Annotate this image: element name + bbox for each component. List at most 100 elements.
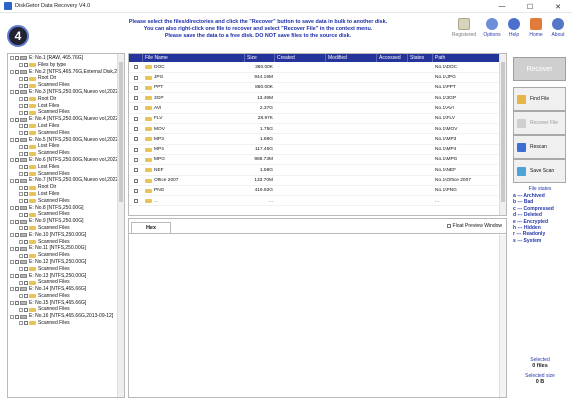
tree-disk-node[interactable]: E: No.2 [NTFS,465.76G,External Disk,2022…: [8, 69, 124, 76]
expand-toggle-icon[interactable]: [19, 110, 23, 115]
expand-toggle-icon[interactable]: [19, 131, 23, 136]
tab-hex[interactable]: Hex: [131, 222, 171, 233]
tree-folder-node[interactable]: Scanned Files: [8, 225, 118, 232]
tree-disk-node[interactable]: E: No.14 [NTFS,465.66G]: [8, 286, 118, 293]
tree-folder-node[interactable]: Root Dir: [8, 75, 118, 82]
tree-folder-node[interactable]: Lost Files: [8, 103, 118, 110]
tree-folder-node[interactable]: Scanned Files: [8, 130, 118, 137]
expand-toggle-icon[interactable]: [10, 314, 14, 319]
tree-checkbox[interactable]: [24, 226, 28, 231]
tree-checkbox[interactable]: [24, 124, 28, 129]
about-button[interactable]: About: [549, 18, 567, 38]
file-row[interactable]: PPT 880.00K No.1\PPT: [129, 84, 501, 94]
expand-toggle-icon[interactable]: [19, 144, 23, 149]
tree-disk-node[interactable]: E: No.7 [NTFS,250.00G,Nuevo vol,2022-0: [8, 177, 123, 184]
rescan-button[interactable]: Rescan: [513, 135, 566, 159]
tree-checkbox[interactable]: [24, 185, 28, 190]
file-checkbox[interactable]: [134, 147, 138, 152]
file-select-cell[interactable]: [129, 168, 143, 173]
tree-checkbox[interactable]: [24, 151, 28, 156]
tree-disk-node[interactable]: E: No.10 [NTFS,250.00G]: [8, 232, 118, 239]
tree-disk-node[interactable]: E: No.8 [NTFS,250.00G]: [8, 205, 118, 212]
expand-toggle-icon[interactable]: [10, 117, 14, 122]
tree-disk-node[interactable]: E: No.3 [NTFS,250.00G,Nuevo vol,2022-0: [8, 89, 123, 96]
file-checkbox[interactable]: [134, 137, 138, 142]
tree-checkbox[interactable]: [15, 260, 19, 265]
tree-checkbox[interactable]: [15, 273, 19, 278]
file-select-cell[interactable]: [129, 96, 143, 101]
tree-checkbox[interactable]: [15, 205, 19, 210]
file-row[interactable]: AVI 2.37G No.1\AVI: [129, 104, 501, 114]
file-select-cell[interactable]: [129, 85, 143, 90]
tree-checkbox[interactable]: [24, 110, 28, 115]
tree-folder-node[interactable]: Scanned Files: [8, 109, 118, 116]
close-button[interactable]: ✕: [544, 0, 572, 13]
expand-toggle-icon[interactable]: [19, 185, 23, 190]
file-select-cell[interactable]: [129, 199, 143, 204]
tree-folder-node[interactable]: Scanned Files: [8, 211, 118, 218]
file-checkbox[interactable]: [134, 85, 138, 90]
expand-toggle-icon[interactable]: [10, 69, 14, 74]
tree-checkbox[interactable]: [24, 131, 28, 136]
expand-toggle-icon[interactable]: [19, 165, 23, 170]
expand-toggle-icon[interactable]: [19, 212, 23, 217]
tree-disk-node[interactable]: E: No.4 [NTFS,250.00G,Nuevo vol,2022-0: [8, 116, 123, 123]
tree-checkbox[interactable]: [24, 144, 28, 149]
file-checkbox[interactable]: [134, 65, 138, 70]
tree-checkbox[interactable]: [24, 165, 28, 170]
tree-checkbox[interactable]: [24, 294, 28, 299]
expand-toggle-icon[interactable]: [10, 137, 14, 142]
file-scrollbar[interactable]: [499, 54, 506, 215]
minimize-button[interactable]: —: [488, 0, 516, 13]
expand-toggle-icon[interactable]: [19, 97, 23, 102]
expand-toggle-icon[interactable]: [19, 171, 23, 176]
tree-disk-node[interactable]: E: No.12 [NTFS,250.00G]: [8, 259, 118, 266]
maximize-button[interactable]: ☐: [516, 0, 544, 13]
tree-checkbox[interactable]: [24, 76, 28, 81]
expand-toggle-icon[interactable]: [10, 56, 14, 61]
tree-checkbox[interactable]: [24, 267, 28, 272]
tree-checkbox[interactable]: [15, 90, 19, 95]
tree-folder-node[interactable]: Scanned Files: [8, 171, 118, 178]
file-row[interactable]: Office 2007 133.70M No.1\Office 2007: [129, 176, 501, 186]
file-row[interactable]: DOC 360.00K No.1\DOC: [129, 63, 501, 73]
expand-toggle-icon[interactable]: [10, 260, 14, 265]
col-modified[interactable]: Modified: [326, 54, 377, 62]
expand-toggle-icon[interactable]: [19, 63, 23, 68]
tree-folder-node[interactable]: Scanned Files: [8, 150, 118, 157]
expand-toggle-icon[interactable]: [19, 76, 23, 81]
file-checkbox[interactable]: [134, 127, 138, 132]
tree-folder-node[interactable]: Lost Files: [8, 191, 118, 198]
tree-folder-node[interactable]: Scanned Files: [8, 198, 118, 205]
registered-button[interactable]: Registered: [449, 18, 479, 38]
expand-toggle-icon[interactable]: [10, 158, 14, 163]
expand-toggle-icon[interactable]: [10, 246, 14, 251]
file-select-cell[interactable]: [129, 178, 143, 183]
expand-toggle-icon[interactable]: [10, 301, 14, 306]
tree-checkbox[interactable]: [24, 97, 28, 102]
float-preview-checkbox[interactable]: [446, 224, 451, 228]
file-select-cell[interactable]: [129, 188, 143, 193]
expand-toggle-icon[interactable]: [19, 239, 23, 244]
file-select-cell[interactable]: [129, 137, 143, 142]
tree-scroll-thumb[interactable]: [119, 62, 123, 202]
file-row[interactable]: FLV 28.97K No.1\FLV: [129, 115, 501, 124]
expand-toggle-icon[interactable]: [10, 90, 14, 95]
expand-toggle-icon[interactable]: [19, 253, 23, 258]
tree-scrollbar[interactable]: [117, 54, 124, 397]
tree-checkbox[interactable]: [15, 178, 19, 183]
file-select-cell[interactable]: [129, 106, 143, 111]
expand-toggle-icon[interactable]: [19, 192, 23, 197]
tree-checkbox[interactable]: [15, 301, 19, 306]
tree-checkbox[interactable]: [15, 117, 19, 122]
expand-toggle-icon[interactable]: [19, 83, 23, 88]
tree-checkbox[interactable]: [24, 103, 28, 108]
tree-folder-node[interactable]: Scanned Files: [8, 266, 118, 273]
file-row[interactable]: MOV 1.75G No.1\MOV: [129, 125, 501, 135]
expand-toggle-icon[interactable]: [10, 178, 14, 183]
col-created[interactable]: Created: [275, 54, 326, 62]
tree-checkbox[interactable]: [15, 137, 19, 142]
tree-disk-node[interactable]: E: No.16 [NTFS,465.66G,2013-09-12]: [8, 313, 118, 320]
file-checkbox[interactable]: [134, 116, 138, 121]
save-scan-button[interactable]: Save Scan: [513, 159, 566, 183]
